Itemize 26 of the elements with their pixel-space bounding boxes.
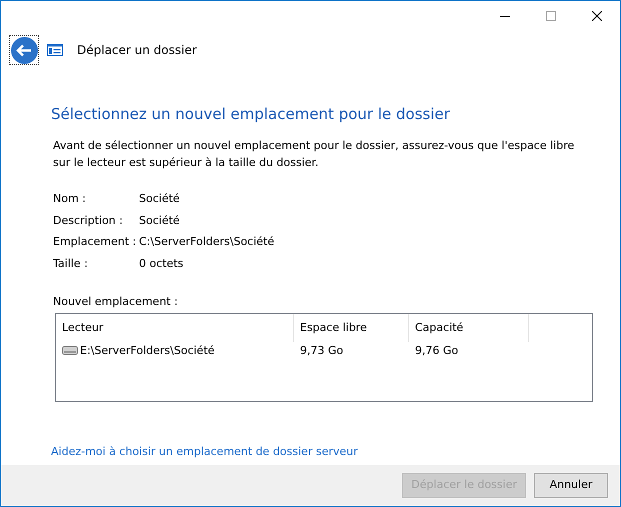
detail-value: C:\ServerFolders\Société	[139, 234, 276, 250]
detail-label: Emplacement :	[53, 234, 138, 250]
help-link[interactable]: Aidez-moi à choisir un emplacement de dossier serveur	[51, 444, 358, 460]
cancel-button[interactable]: Annuler	[534, 473, 608, 498]
list-cell: E:\ServerFolders\Société	[56, 342, 294, 360]
column-header[interactable]: Espace libre	[294, 314, 409, 342]
detail-label: Description :	[53, 212, 124, 228]
window-title: Déplacer un dossier	[77, 42, 197, 59]
back-button[interactable]	[9, 35, 39, 65]
column-header[interactable]: Lecteur	[56, 314, 294, 342]
column-header[interactable]: Capacité	[409, 314, 529, 342]
drive-icon	[62, 346, 78, 356]
list-cell-text: 9,76 Go	[414, 342, 460, 358]
detail-value: 0 octets	[139, 256, 184, 272]
detail-label: Taille :	[53, 256, 89, 272]
close-icon	[592, 11, 602, 21]
field-label: Nouvel emplacement :	[53, 294, 179, 310]
detail-value: Société	[139, 212, 181, 228]
page-heading: Sélectionnez un nouvel emplacement pour le dossier	[51, 105, 451, 123]
intro-paragraph: Avant de sélectionner un nouvel emplacement pour le dossier, assurez-vous que l'espace libre sur le lecteur est supérieur à la taille du dossier.	[53, 138, 576, 171]
list-cell-text: 9,73 Go	[299, 342, 344, 358]
detail-value: Société	[139, 191, 181, 207]
detail-label: Nom :	[53, 191, 87, 207]
list-row[interactable]: E:\ServerFolders\Société 9,73 Go 9,76 Go	[56, 342, 592, 360]
window-panel-icon	[47, 44, 63, 56]
maximize-icon	[546, 11, 556, 21]
